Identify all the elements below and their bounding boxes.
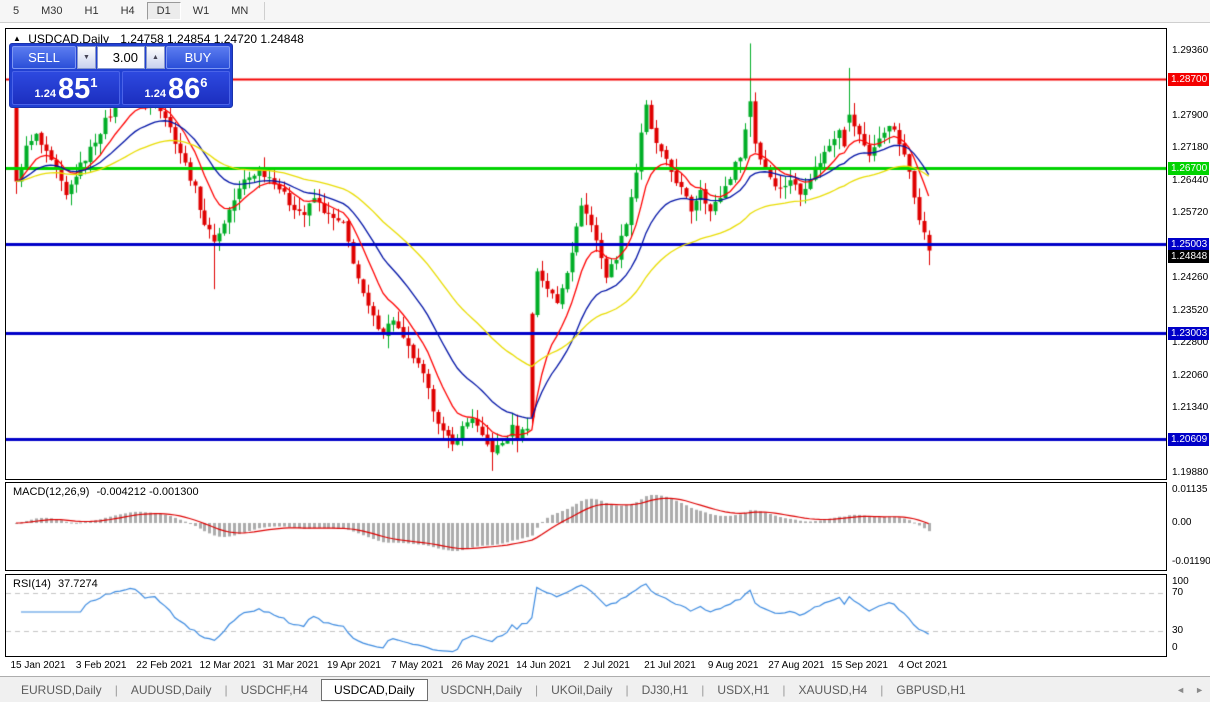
timeframe-button-MN[interactable]: MN bbox=[221, 2, 258, 20]
rsi-canvas[interactable] bbox=[6, 575, 1166, 656]
chart-tab-eurusd[interactable]: EURUSD,Daily bbox=[8, 680, 115, 700]
price-axis-tick: 1.27900 bbox=[1172, 109, 1209, 121]
date-axis-label: 4 Oct 2021 bbox=[898, 660, 948, 671]
chart-tab-usdcad[interactable]: USDCAD,Daily bbox=[320, 678, 428, 701]
price-level-label: 1.20609 bbox=[1168, 433, 1209, 447]
macd-label: MACD(12,26,9) -0.004212 -0.001300 bbox=[13, 486, 199, 498]
macd-values: -0.004212 -0.001300 bbox=[96, 486, 199, 498]
chart-tab-usdcnh[interactable]: USDCNH,Daily bbox=[428, 680, 535, 700]
timeframe-button-D1[interactable]: D1 bbox=[146, 2, 181, 20]
timeframe-button-H1[interactable]: H1 bbox=[75, 2, 109, 20]
rsi-panel: RSI(14) 37.7274 bbox=[5, 574, 1167, 657]
chart-tab-bar: EURUSD,Daily | AUDUSD,Daily | USDCHF,H4 USDCA… bbox=[0, 676, 1210, 702]
rsi-value: 37.7274 bbox=[57, 578, 98, 590]
buy-price-prefix: 1.24 bbox=[144, 88, 166, 100]
chart-tab-usdchf[interactable]: USDCHF,H4 bbox=[228, 680, 321, 700]
price-axis[interactable]: 1.29360 1.27900 1.27180 1.26440 1.25720 1.242… bbox=[1167, 28, 1210, 480]
buy-price-big-digits: 86 bbox=[167, 73, 201, 105]
volume-increase-button[interactable]: ▲ bbox=[146, 46, 165, 69]
macd-axis-tick: -0.011904 bbox=[1172, 556, 1210, 567]
mt4-window: 5 M30 H1 H4 D1 W1 MN ▲ USDCAD,Daily 1.24758 1.… bbox=[0, 0, 1210, 702]
timeframe-button-M30[interactable]: M30 bbox=[31, 2, 72, 20]
price-axis-tick: 1.26440 bbox=[1172, 174, 1209, 186]
macd-axis-tick: 0.01135 bbox=[1172, 484, 1208, 495]
price-axis-tick: 1.23520 bbox=[1172, 304, 1209, 316]
price-chart-panel: ▲ USDCAD,Daily 1.24758 1.24854 1.24720 1… bbox=[5, 28, 1167, 480]
tab-nav-arrows: ◄ ► bbox=[1176, 685, 1204, 695]
chart-tab-ukoil[interactable]: UKOil,Daily bbox=[538, 680, 625, 700]
rsi-label: RSI(14) 37.7274 bbox=[13, 578, 98, 590]
timeframe-button-H4[interactable]: H4 bbox=[111, 2, 145, 20]
chart-tab-audusd[interactable]: AUDUSD,Daily bbox=[118, 680, 225, 700]
sell-price-button[interactable]: 1.24 85 1 bbox=[12, 71, 120, 105]
rsi-axis: 100 70 30 0 bbox=[1167, 574, 1210, 657]
chart-tab-dj30[interactable]: DJ30,H1 bbox=[629, 680, 702, 700]
date-axis[interactable]: 15 Jan 2021 3 Feb 2021 22 Feb 2021 12 Mar 2… bbox=[5, 658, 1167, 674]
volume-input[interactable] bbox=[97, 46, 145, 69]
sell-button[interactable]: SELL bbox=[12, 46, 76, 69]
price-level-label: 1.28700 bbox=[1168, 73, 1209, 87]
tab-scroll-left-icon[interactable]: ◄ bbox=[1176, 685, 1185, 695]
macd-axis: 0.01135 0.00 -0.011904 bbox=[1167, 482, 1210, 571]
rsi-axis-tick: 30 bbox=[1172, 625, 1184, 636]
one-click-trading-panel: SELL ▼ ▲ BUY 1.24 85 1 1.24 86 6 bbox=[9, 43, 233, 108]
rsi-axis-tick: 100 bbox=[1172, 576, 1189, 587]
buy-price-pip-digit: 6 bbox=[200, 75, 208, 90]
buy-button[interactable]: BUY bbox=[166, 46, 230, 69]
rsi-axis-tick: 0 bbox=[1172, 642, 1178, 653]
chart-tab-usdx[interactable]: USDX,H1 bbox=[704, 680, 782, 700]
sell-price-prefix: 1.24 bbox=[34, 88, 56, 100]
toolbar-separator bbox=[264, 2, 266, 20]
sell-price-big-digits: 85 bbox=[57, 73, 91, 105]
macd-axis-tick: 0.00 bbox=[1172, 517, 1192, 529]
collapse-objects-icon[interactable]: ▲ bbox=[13, 34, 21, 43]
timeframe-toolbar: 5 M30 H1 H4 D1 W1 MN bbox=[0, 0, 1210, 23]
timeframe-button-5[interactable]: 5 bbox=[3, 2, 29, 20]
timeframe-button-W1[interactable]: W1 bbox=[183, 2, 220, 20]
price-axis-tick: 1.25720 bbox=[1172, 206, 1209, 218]
macd-name: MACD(12,26,9) bbox=[13, 486, 90, 498]
rsi-axis-tick: 70 bbox=[1172, 587, 1184, 598]
macd-panel: MACD(12,26,9) -0.004212 -0.001300 bbox=[5, 482, 1167, 571]
tab-scroll-right-icon[interactable]: ► bbox=[1195, 685, 1204, 695]
current-price-label: 1.24848 bbox=[1168, 249, 1209, 263]
chart-tab-gbpusd[interactable]: GBPUSD,H1 bbox=[883, 680, 978, 700]
price-axis-tick: 1.27180 bbox=[1172, 141, 1209, 153]
price-level-label: 1.26700 bbox=[1168, 162, 1209, 176]
price-level-label: 1.23003 bbox=[1168, 326, 1209, 340]
price-axis-tick: 1.29360 bbox=[1172, 44, 1209, 56]
price-axis-tick: 1.21340 bbox=[1172, 401, 1209, 413]
rsi-name: RSI(14) bbox=[13, 578, 51, 590]
price-axis-tick: 1.19880 bbox=[1172, 466, 1209, 478]
sell-price-pip-digit: 1 bbox=[90, 75, 98, 90]
price-axis-tick: 1.22060 bbox=[1172, 369, 1209, 381]
buy-price-button[interactable]: 1.24 86 6 bbox=[122, 71, 230, 105]
chart-tab-xauusd[interactable]: XAUUSD,H4 bbox=[786, 680, 881, 700]
price-axis-tick: 1.24260 bbox=[1172, 271, 1209, 283]
volume-decrease-button[interactable]: ▼ bbox=[77, 46, 96, 69]
